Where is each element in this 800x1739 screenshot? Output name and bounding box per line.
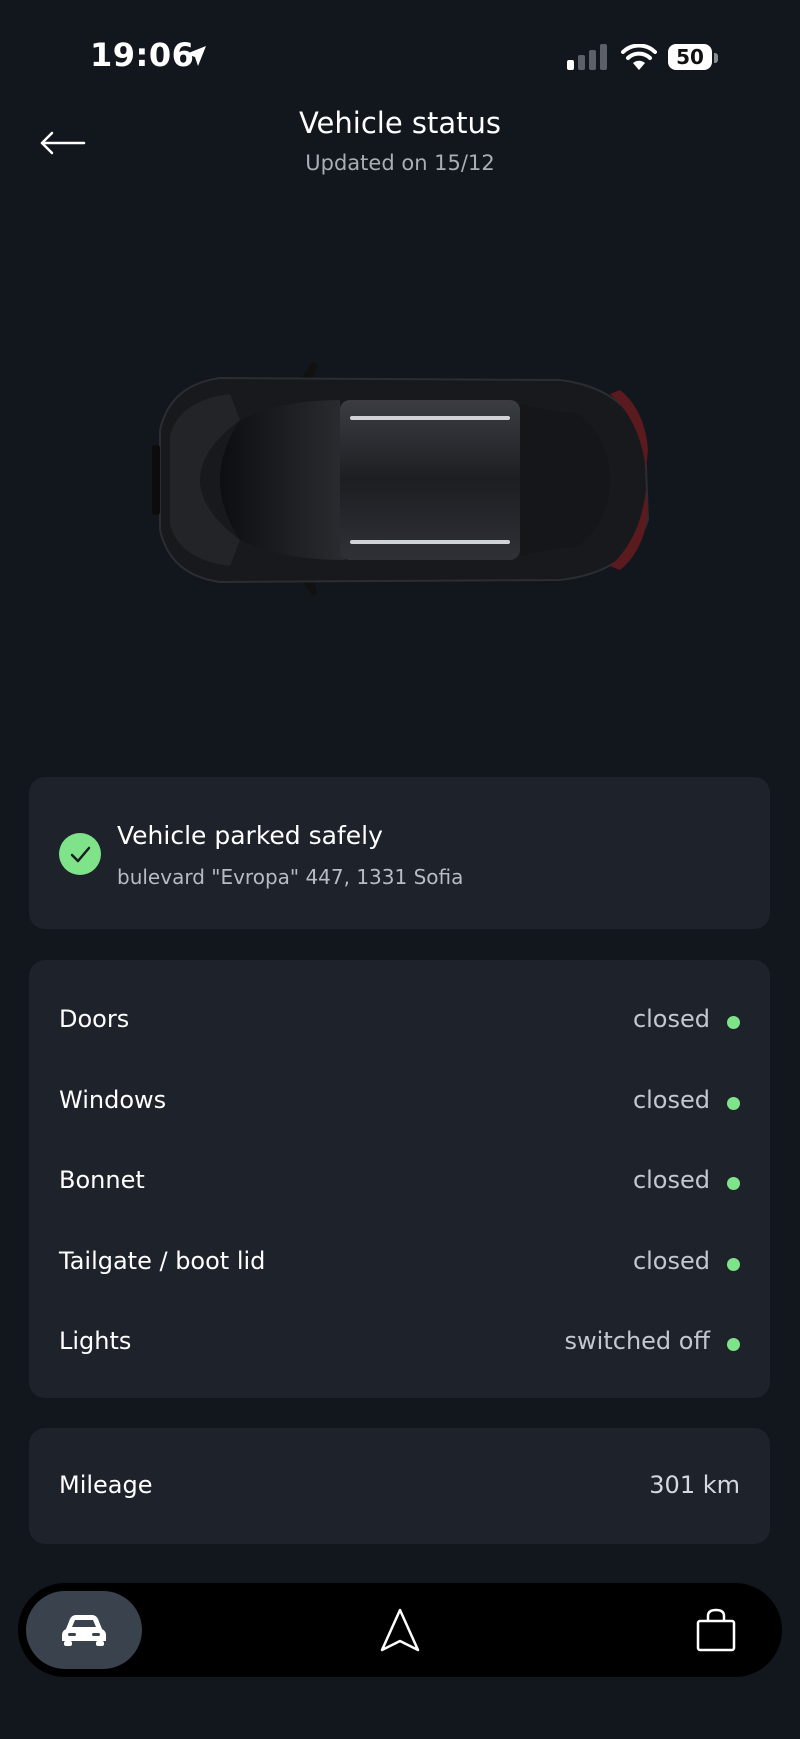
status-label: Tailgate / boot lid <box>59 1247 266 1275</box>
parked-address: bulevard "Evropa" 447, 1331 Sofia <box>117 865 464 889</box>
navigation-arrow-icon[interactable] <box>378 1607 422 1653</box>
mileage-card: Mileage 301 km <box>29 1428 770 1544</box>
status-label: Windows <box>59 1086 167 1114</box>
vehicle-top-view-image <box>152 362 650 596</box>
status-value: closed <box>632 1247 710 1275</box>
battery-icon: 50 <box>668 44 720 72</box>
parked-title: Vehicle parked safely <box>117 821 383 850</box>
parked-status-card[interactable]: Vehicle parked safely bulevard "Evropa" … <box>29 777 770 929</box>
status-value: closed <box>632 1086 710 1114</box>
status-ok-dot-icon <box>727 1338 740 1351</box>
status-time: 19:06 <box>90 36 195 74</box>
wifi-icon <box>621 44 657 70</box>
mileage-label: Mileage <box>59 1471 153 1499</box>
check-icon <box>59 833 101 875</box>
battery-level: 50 <box>668 44 712 70</box>
status-value: closed <box>632 1166 710 1194</box>
bottom-nav-bar <box>18 1583 782 1677</box>
nav-tab-vehicle[interactable] <box>26 1591 142 1669</box>
page-title: Vehicle status <box>298 106 502 140</box>
status-ok-dot-icon <box>727 1258 740 1271</box>
status-value: switched off <box>564 1327 710 1355</box>
signal-icon <box>567 44 607 70</box>
status-row-bonnet: Bonnet closed <box>59 1166 740 1206</box>
page-subtitle: Updated on 15/12 <box>305 151 495 175</box>
status-row-lights: Lights switched off <box>59 1327 740 1367</box>
status-label: Lights <box>59 1327 132 1355</box>
status-label: Doors <box>59 1005 130 1033</box>
status-row-doors: Doors closed <box>59 1005 740 1045</box>
car-icon <box>62 1615 106 1646</box>
status-bar: 19:06 50 <box>0 0 800 110</box>
status-label: Bonnet <box>59 1166 145 1194</box>
status-value: closed <box>632 1005 710 1033</box>
status-row-windows: Windows closed <box>59 1086 740 1126</box>
mileage-value: 301 km <box>649 1471 740 1499</box>
status-ok-dot-icon <box>727 1177 740 1190</box>
shopping-bag-icon[interactable] <box>694 1607 738 1653</box>
location-arrow-icon <box>186 46 206 66</box>
status-ok-dot-icon <box>727 1097 740 1110</box>
vehicle-status-list: Doors closed Windows closed Bonnet close… <box>29 960 770 1398</box>
status-row-tailgate: Tailgate / boot lid closed <box>59 1247 740 1287</box>
status-ok-dot-icon <box>727 1016 740 1029</box>
